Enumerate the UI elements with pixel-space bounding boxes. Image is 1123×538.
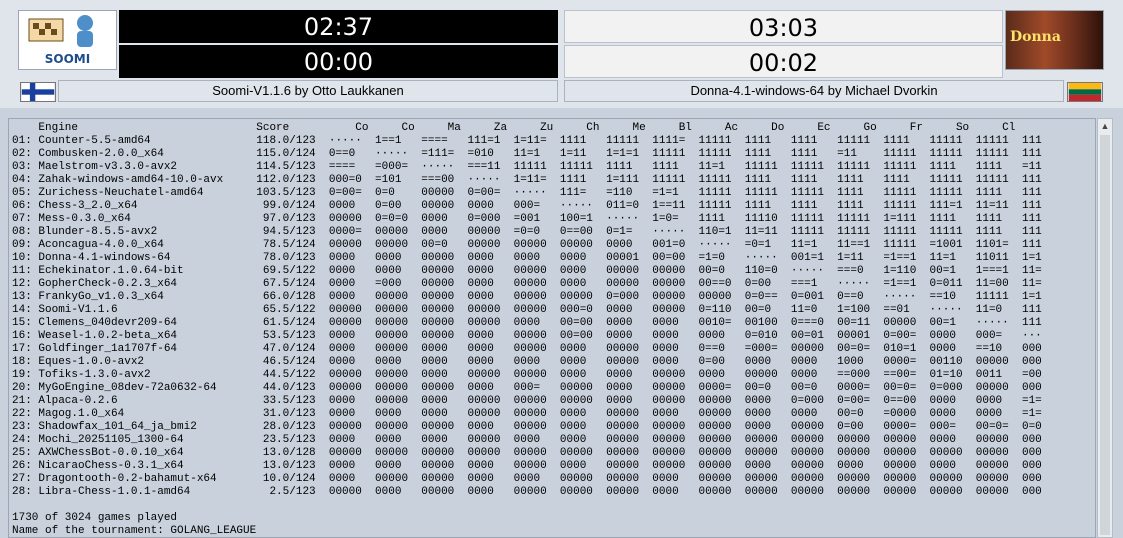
right-clock-total: 03:03 [564, 10, 1003, 43]
table-row: 18: Eques-1.0.0-avx2 46.5/124 0000 0000 … [12, 356, 1042, 368]
table-row: 09: Aconcagua-4.0.0_x64 78.5/124 00000 0… [12, 239, 1042, 251]
soomi-logo-text: SOOMI [44, 52, 91, 66]
left-player-name: Soomi-V1.1.6 by Otto Laukkanen [58, 80, 558, 102]
games-played-text: 1730 of 3024 games played [12, 512, 178, 524]
chevron-up-icon[interactable]: ▲ [1098, 119, 1112, 133]
finland-flag-icon [20, 82, 56, 102]
table-row: 06: Chess-3_2.0_x64 99.0/124 0000 0=00 0… [12, 200, 1042, 212]
table-row: 10: Donna-4.1-windows-64 78.0/123 0000 0… [12, 252, 1042, 264]
scroll-thumb[interactable] [1100, 135, 1110, 535]
table-row: 16: Weasel-1.0.2-beta_x64 53.5/123 0000 … [12, 330, 1042, 342]
table-row: 07: Mess-0.3.0_x64 97.0/123 00000 0=0=0 … [12, 213, 1042, 225]
crosstable-panel: Engine Score Co Co Ma Za Zu Ch Me Bl Ac … [8, 118, 1096, 538]
table-row: 17: Goldfinger_1a1707f-64 47.0/124 0000 … [12, 343, 1042, 355]
crosstable-header: Engine Score Co Co Ma Za Zu Ch Me Bl Ac … [12, 122, 1016, 134]
soomi-logo: SOOMI [18, 10, 117, 70]
right-clock-move: 00:02 [564, 45, 1003, 78]
right-player-name: Donna-4.1-windows-64 by Michael Dvorkin [564, 80, 1064, 102]
table-row: 23: Shadowfax_101_64_ja_bmi2 28.0/123 00… [12, 421, 1042, 433]
left-clock-total: 02:37 [119, 10, 558, 43]
table-row: 21: Alpaca-0.2.6 33.5/123 0000 00000 000… [12, 395, 1042, 407]
table-row: 01: Counter-5.5-amd64 118.0/123 ····· 1=… [12, 135, 1042, 147]
table-row: 13: FrankyGo_v1.0.3_x64 66.0/128 0000 00… [12, 291, 1042, 303]
chess-player-icon [28, 15, 93, 47]
left-clock-move: 00:00 [119, 45, 558, 78]
table-row: 24: Mochi_20251105_1300-64 23.5/123 0000… [12, 434, 1042, 446]
donna-logo-text: Donna [1010, 29, 1061, 45]
table-row: 11: Echekinator.1.0.64-bit 69.5/122 0000… [12, 265, 1042, 277]
table-row: 12: GopherCheck-0.2.3_x64 67.5/124 0000 … [12, 278, 1042, 290]
table-row: 28: Libra-Chess-1.0.1-amd64 2.5/123 0000… [12, 486, 1042, 498]
table-row: 03: Maelstrom-v3.3.0-avx2 114.5/123 ====… [12, 161, 1042, 173]
table-row: 22: Magog.1.0_x64 31.0/123 0000 0000 000… [12, 408, 1042, 420]
table-row: 05: Zurichess-Neuchatel-amd64 103.5/123 … [12, 187, 1042, 199]
donna-logo: Donna [1005, 10, 1104, 70]
crosstable-rows: 01: Counter-5.5-amd64 118.0/123 ····· 1=… [12, 135, 1042, 498]
table-row: 08: Blunder-8.5.5-avx2 94.5/123 0000= 00… [12, 226, 1042, 238]
table-row: 14: Soomi-V1.1.6 65.5/122 00000 00000 00… [12, 304, 1042, 316]
table-row: 27: Dragontooth-0.2-bahamut-x64 10.0/124… [12, 473, 1042, 485]
crosstable: Engine Score Co Co Ma Za Zu Ch Me Bl Ac … [12, 122, 1042, 537]
tournament-name-text: Name of the tournament: GOLANG_LEAGUE [12, 525, 257, 537]
table-row: 04: Zahak-windows-amd64-10.0-avx 112.0/1… [12, 174, 1042, 186]
lithuania-flag-icon [1067, 82, 1103, 102]
table-row: 02: Combusken-2.0.0_x64 115.0/124 0==0 ·… [12, 148, 1042, 160]
vertical-scrollbar[interactable]: ▲ [1097, 118, 1113, 538]
table-row: 25: AXWChessBot-0.0.10_x64 13.0/128 0000… [12, 447, 1042, 459]
table-row: 26: NicaraoChess-0.3.1_x64 13.0/123 0000… [12, 460, 1042, 472]
table-row: 15: Clemens_040devr209-64 61.5/124 00000… [12, 317, 1042, 329]
table-row: 19: Tofiks-1.3.0-avx2 44.5/122 00000 000… [12, 369, 1042, 381]
table-row: 20: MyGoEngine_08dev-72a0632-64 44.0/123… [12, 382, 1042, 394]
